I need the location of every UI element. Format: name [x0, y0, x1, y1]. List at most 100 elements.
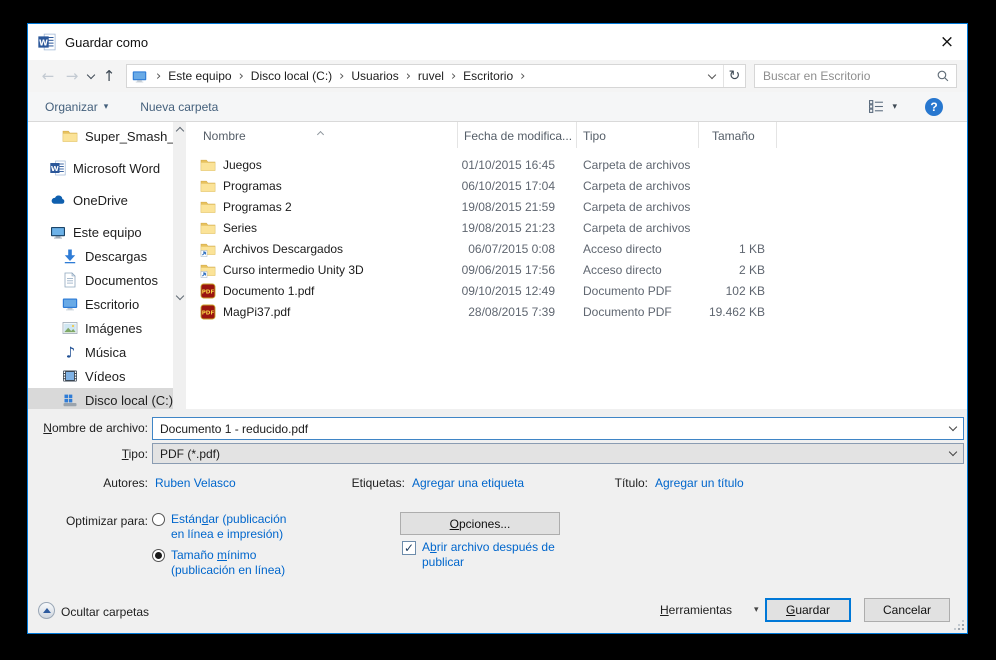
file-name: Archivos Descargados	[223, 241, 344, 256]
folder-icon	[62, 128, 78, 144]
file-type: Carpeta de archivos	[583, 178, 691, 193]
forward-button[interactable]: →	[60, 64, 84, 88]
search-box	[754, 64, 957, 88]
breadcrumb-separator: ›	[238, 68, 244, 84]
address-dropdown-chevron[interactable]	[701, 70, 723, 79]
table-row[interactable]: Programas 2 19/08/2015 21:59 Carpeta de …	[186, 196, 967, 217]
file-size: 19.462 KB	[708, 304, 765, 319]
open-after-publish-label[interactable]: Abrir archivo después de publicar	[422, 540, 582, 570]
save-as-dialog: Guardar como × ← → ↑ › Este equipo › Dis…	[27, 23, 968, 634]
organize-label: Organizar	[45, 99, 98, 114]
sidebar-item-videos[interactable]: Vídeos	[28, 364, 173, 388]
table-row[interactable]: Documento 1.pdf 09/10/2015 12:49 Documen…	[186, 280, 967, 301]
column-header-tipo[interactable]: Tipo	[577, 122, 699, 148]
table-row[interactable]: Archivos Descargados 06/07/2015 0:08 Acc…	[186, 238, 967, 259]
table-row[interactable]: Programas 06/10/2015 17:04 Carpeta de ar…	[186, 175, 967, 196]
radio-standard-label[interactable]: Estándar (publicación en línea e impresi…	[171, 512, 303, 542]
file-type: Acceso directo	[583, 241, 662, 256]
music-note-icon	[62, 344, 78, 360]
address-bar[interactable]: › Este equipo › Disco local (C:) › Usuar…	[126, 64, 746, 88]
breadcrumb-item-escritorio[interactable]: Escritorio	[463, 69, 513, 83]
file-list: Nombre Fecha de modifica... Tipo Tamaño …	[186, 122, 967, 409]
filename-dropdown[interactable]	[943, 422, 963, 432]
desktop-background: { "window": { "title": "Guardar como", "…	[0, 0, 996, 660]
sidebar-item-escritorio[interactable]: Escritorio	[28, 292, 173, 316]
search-icon[interactable]	[936, 69, 950, 83]
close-icon[interactable]: ×	[927, 24, 967, 60]
file-date: 01/10/2015 16:45	[461, 157, 555, 172]
breadcrumb-item-este-equipo[interactable]: Este equipo	[168, 69, 231, 83]
change-view-button[interactable]: ▾	[869, 100, 897, 113]
sidebar-item-imagenes[interactable]: Imágenes	[28, 316, 173, 340]
column-header-nombre[interactable]: Nombre	[186, 122, 458, 148]
cancel-button[interactable]: Cancelar	[864, 598, 950, 622]
sidebar-item-documentos[interactable]: Documentos	[28, 268, 173, 292]
breadcrumb-item-disco-local[interactable]: Disco local (C:)	[251, 69, 332, 83]
sidebar-item-microsoft-word[interactable]: Microsoft Word	[28, 156, 173, 180]
filename-input[interactable]	[153, 421, 943, 436]
table-row[interactable]: Curso intermedio Unity 3D 09/06/2015 17:…	[186, 259, 967, 280]
radio-standard[interactable]	[152, 513, 165, 526]
add-tag-link[interactable]: Agregar una etiqueta	[412, 476, 524, 490]
word-app-icon	[38, 33, 56, 51]
sidebar-item-super-smash[interactable]: Super_Smash_Br	[28, 124, 173, 148]
file-type: Carpeta de archivos	[583, 157, 691, 172]
picture-icon	[62, 320, 78, 336]
document-icon	[62, 272, 78, 288]
up-button[interactable]: ↑	[98, 64, 120, 88]
chevron-down-icon	[175, 291, 184, 300]
location-icon	[132, 69, 147, 84]
resize-grip[interactable]	[953, 619, 964, 630]
breadcrumb-item-ruvel[interactable]: ruvel	[418, 69, 444, 83]
table-row[interactable]: Juegos 01/10/2015 16:45 Carpeta de archi…	[186, 154, 967, 175]
radio-minimum-size[interactable]	[152, 549, 165, 562]
hide-folders-button[interactable]: Ocultar carpetas	[61, 605, 149, 619]
table-row[interactable]: MagPi37.pdf 28/08/2015 7:39 Documento PD…	[186, 301, 967, 322]
sidebar-item-label: Disco local (C:)	[85, 392, 173, 408]
chevron-down-icon	[707, 70, 717, 79]
folder-shortcut-icon	[200, 262, 216, 278]
filetype-dropdown[interactable]	[943, 447, 963, 457]
folder-icon	[200, 178, 216, 194]
bottom-panel: Nombre de archivo: Tipo: PDF (*.pdf) Aut…	[28, 409, 967, 633]
breadcrumb-item-usuarios[interactable]: Usuarios	[351, 69, 398, 83]
sidebar-item-musica[interactable]: Música	[28, 340, 173, 364]
recent-locations-chevron[interactable]	[84, 64, 98, 88]
file-size: 102 KB	[725, 283, 765, 298]
sidebar-item-descargas[interactable]: Descargas	[28, 244, 173, 268]
authors-value[interactable]: Ruben Velasco	[155, 476, 236, 490]
open-after-publish-checkbox[interactable]: ✓	[402, 541, 416, 555]
back-button[interactable]: ←	[36, 64, 60, 88]
sidebar-item-este-equipo[interactable]: Este equipo	[28, 220, 173, 244]
hide-folders-icon[interactable]	[38, 602, 55, 619]
new-folder-button[interactable]: Nueva carpeta	[140, 100, 218, 114]
sidebar-scrollbar[interactable]	[173, 122, 186, 409]
refresh-button[interactable]: ↻	[723, 65, 745, 87]
file-name: Curso intermedio Unity 3D	[223, 262, 364, 277]
options-button[interactable]: Opciones...	[400, 512, 560, 535]
save-button[interactable]: Guardar	[765, 598, 851, 622]
radio-minimum-size-label[interactable]: Tamaño mínimo (publicación en línea)	[171, 548, 303, 578]
details-view-icon	[869, 100, 884, 113]
organize-menu-button[interactable]: Organizar ▾	[45, 100, 108, 114]
column-header-tamano[interactable]: Tamaño	[699, 122, 777, 148]
tools-menu-button[interactable]: Herramientas ▾	[660, 603, 759, 617]
column-header-fecha[interactable]: Fecha de modifica...	[458, 122, 577, 148]
scroll-down-arrow[interactable]	[173, 185, 186, 409]
search-input[interactable]	[763, 69, 936, 83]
authors-label: Autores:	[103, 476, 148, 490]
sidebar-item-label: Descargas	[85, 248, 148, 264]
file-name: Documento 1.pdf	[223, 283, 315, 298]
table-row[interactable]: Series 19/08/2015 21:23 Carpeta de archi…	[186, 217, 967, 238]
scroll-up-arrow[interactable]	[173, 122, 186, 137]
filename-label: Nombre de archivo:	[43, 421, 148, 435]
sidebar-item-onedrive[interactable]: OneDrive	[28, 188, 173, 212]
tools-label: Herramientas	[660, 603, 733, 617]
add-title-link[interactable]: Agregar un título	[655, 476, 744, 490]
sidebar-item-disco-local[interactable]: Disco local (C:)	[28, 388, 173, 409]
breadcrumb-separator: ›	[339, 68, 345, 84]
help-button[interactable]: ?	[925, 97, 943, 116]
sidebar-item-label: Microsoft Word	[73, 160, 161, 176]
sidebar-item-label: Escritorio	[85, 296, 140, 312]
filetype-select[interactable]: PDF (*.pdf)	[152, 443, 964, 464]
